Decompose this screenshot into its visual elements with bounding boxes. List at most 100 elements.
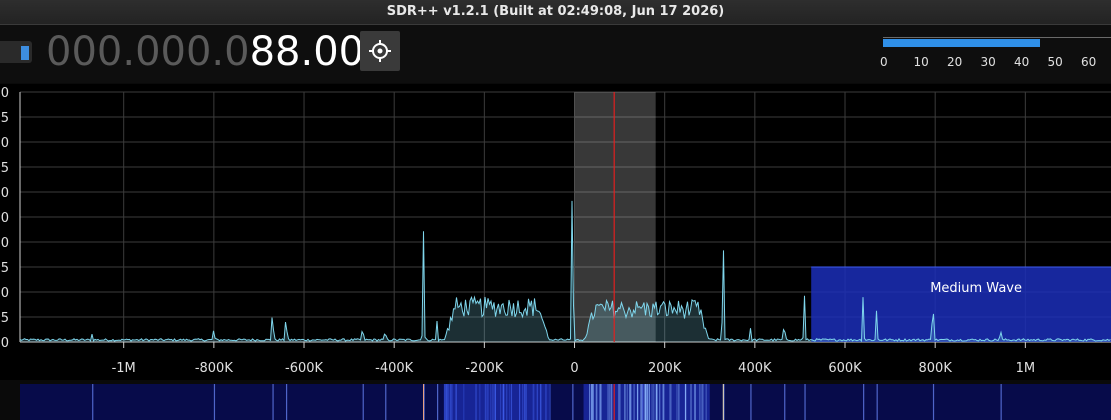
menu-toggle-button[interactable] (0, 41, 32, 63)
waterfall-carrier (863, 384, 865, 420)
waterfall-streak (690, 384, 692, 420)
x-tick-label: 400K (738, 361, 772, 376)
waterfall-streak (653, 384, 655, 420)
level-meter-tick-label: 0 (880, 55, 888, 69)
waterfall-streak (449, 384, 451, 420)
waterfall-streak (637, 384, 639, 420)
audio-level-meter: 01020304050607 (880, 37, 1111, 77)
waterfall-carrier (1000, 384, 1002, 420)
waterfall-streak (648, 384, 650, 420)
waterfall-streak (644, 384, 646, 420)
menu-toggle-accent (21, 46, 29, 60)
y-tick-label: 30 (0, 211, 9, 226)
waterfall-streak (519, 384, 521, 420)
bandplan-label: Medium Wave (930, 281, 1022, 296)
waterfall-streak (619, 384, 621, 420)
waterfall-carrier (437, 384, 439, 420)
waterfall-carrier (932, 384, 935, 420)
waterfall-carrier (362, 384, 364, 420)
frequency-display[interactable]: 000.000.088.000 (46, 29, 390, 75)
x-tick-label: -1M (112, 361, 136, 376)
waterfall-streak (451, 384, 453, 420)
x-tick-label: 800K (919, 361, 953, 376)
y-tick-label: 35 (0, 261, 9, 276)
waterfall-streak (523, 384, 525, 420)
waterfall-streak (596, 384, 598, 420)
waterfall-streak (607, 384, 609, 420)
waterfall-streak (549, 384, 551, 420)
y-tick-label: 5 (1, 111, 9, 126)
waterfall-streak (669, 384, 671, 420)
waterfall-streak (589, 384, 591, 420)
level-meter-tick-label: 30 (980, 55, 996, 69)
waterfall-streak (676, 384, 678, 420)
waterfall-streak (600, 384, 602, 420)
waterfall-streak (487, 384, 489, 420)
waterfall-carrier (285, 384, 288, 420)
waterfall-streak (521, 384, 523, 420)
waterfall-streak (701, 384, 703, 420)
waterfall-streak (445, 384, 447, 420)
waterfall-streak (536, 384, 538, 420)
x-tick-label: 1M (1016, 361, 1036, 376)
waterfall-streak (592, 384, 594, 420)
waterfall-streak (655, 384, 657, 420)
waterfall-streak (633, 384, 635, 420)
center-tuning-button[interactable] (360, 31, 400, 71)
waterfall-streak (511, 384, 513, 420)
waterfall-streak (509, 384, 511, 420)
y-tick-label: 50 (0, 286, 9, 301)
waterfall-streak (463, 384, 465, 420)
waterfall-streak (694, 384, 696, 420)
waterfall-carrier (642, 384, 644, 420)
x-tick-label: -400K (375, 361, 414, 376)
waterfall-streak (694, 384, 696, 420)
x-tick-label: -800K (195, 361, 234, 376)
waterfall-streak (609, 384, 611, 420)
waterfall-streak (629, 384, 631, 420)
waterfall-streak (455, 384, 457, 420)
level-meter-tick-label: 40 (1014, 55, 1030, 69)
crosshair-icon (369, 40, 391, 62)
waterfall-carrier (213, 384, 216, 420)
waterfall-streak (599, 384, 601, 420)
y-tick-label: 60 (0, 336, 9, 351)
waterfall-carrier (750, 384, 752, 420)
level-meter-track (883, 37, 1111, 48)
y-tick-label: 55 (0, 311, 9, 326)
waterfall-carrier (784, 384, 786, 420)
waterfall-streak (494, 384, 496, 420)
waterfall-streak (705, 384, 707, 420)
fft-spectrum[interactable]: 05052030035505560-1M-800K-600K-400K-200K… (0, 84, 1111, 380)
frequency-leading-digits[interactable]: 000.000.0 (46, 29, 250, 75)
waterfall-streak (492, 384, 494, 420)
level-meter-tick-label: 20 (947, 55, 963, 69)
waterfall-streak (475, 384, 477, 420)
waterfall-streak (506, 384, 508, 420)
x-tick-label: -600K (285, 361, 324, 376)
waterfall-streak (624, 384, 626, 420)
level-meter-tick-label: 50 (1047, 55, 1063, 69)
waterfall-carrier (385, 384, 387, 420)
x-tick-label: 600K (828, 361, 862, 376)
level-meter-tick-label: 60 (1081, 55, 1097, 69)
waterfall-streak (590, 384, 592, 420)
y-tick-label: 0 (1, 236, 9, 251)
level-meter-tick-label: 10 (913, 55, 929, 69)
waterfall-streak (640, 384, 642, 420)
waterfall-carrier (572, 384, 574, 420)
waterfall-streak (446, 384, 448, 420)
waterfall-streak (685, 384, 687, 420)
waterfall-streak (525, 384, 527, 420)
waterfall-display[interactable] (0, 384, 1111, 420)
waterfall-streak (651, 384, 653, 420)
waterfall-carrier (92, 384, 94, 420)
waterfall-streak (503, 384, 505, 420)
x-tick-label: -200K (465, 361, 504, 376)
level-meter-fill (883, 39, 1040, 47)
waterfall-streak (646, 384, 648, 420)
waterfall-streak (617, 384, 619, 420)
y-tick-label: 0 (1, 136, 9, 151)
toolbar: 000.000.088.000 01020304050607 (0, 25, 1111, 83)
x-tick-label: 0 (570, 361, 578, 376)
